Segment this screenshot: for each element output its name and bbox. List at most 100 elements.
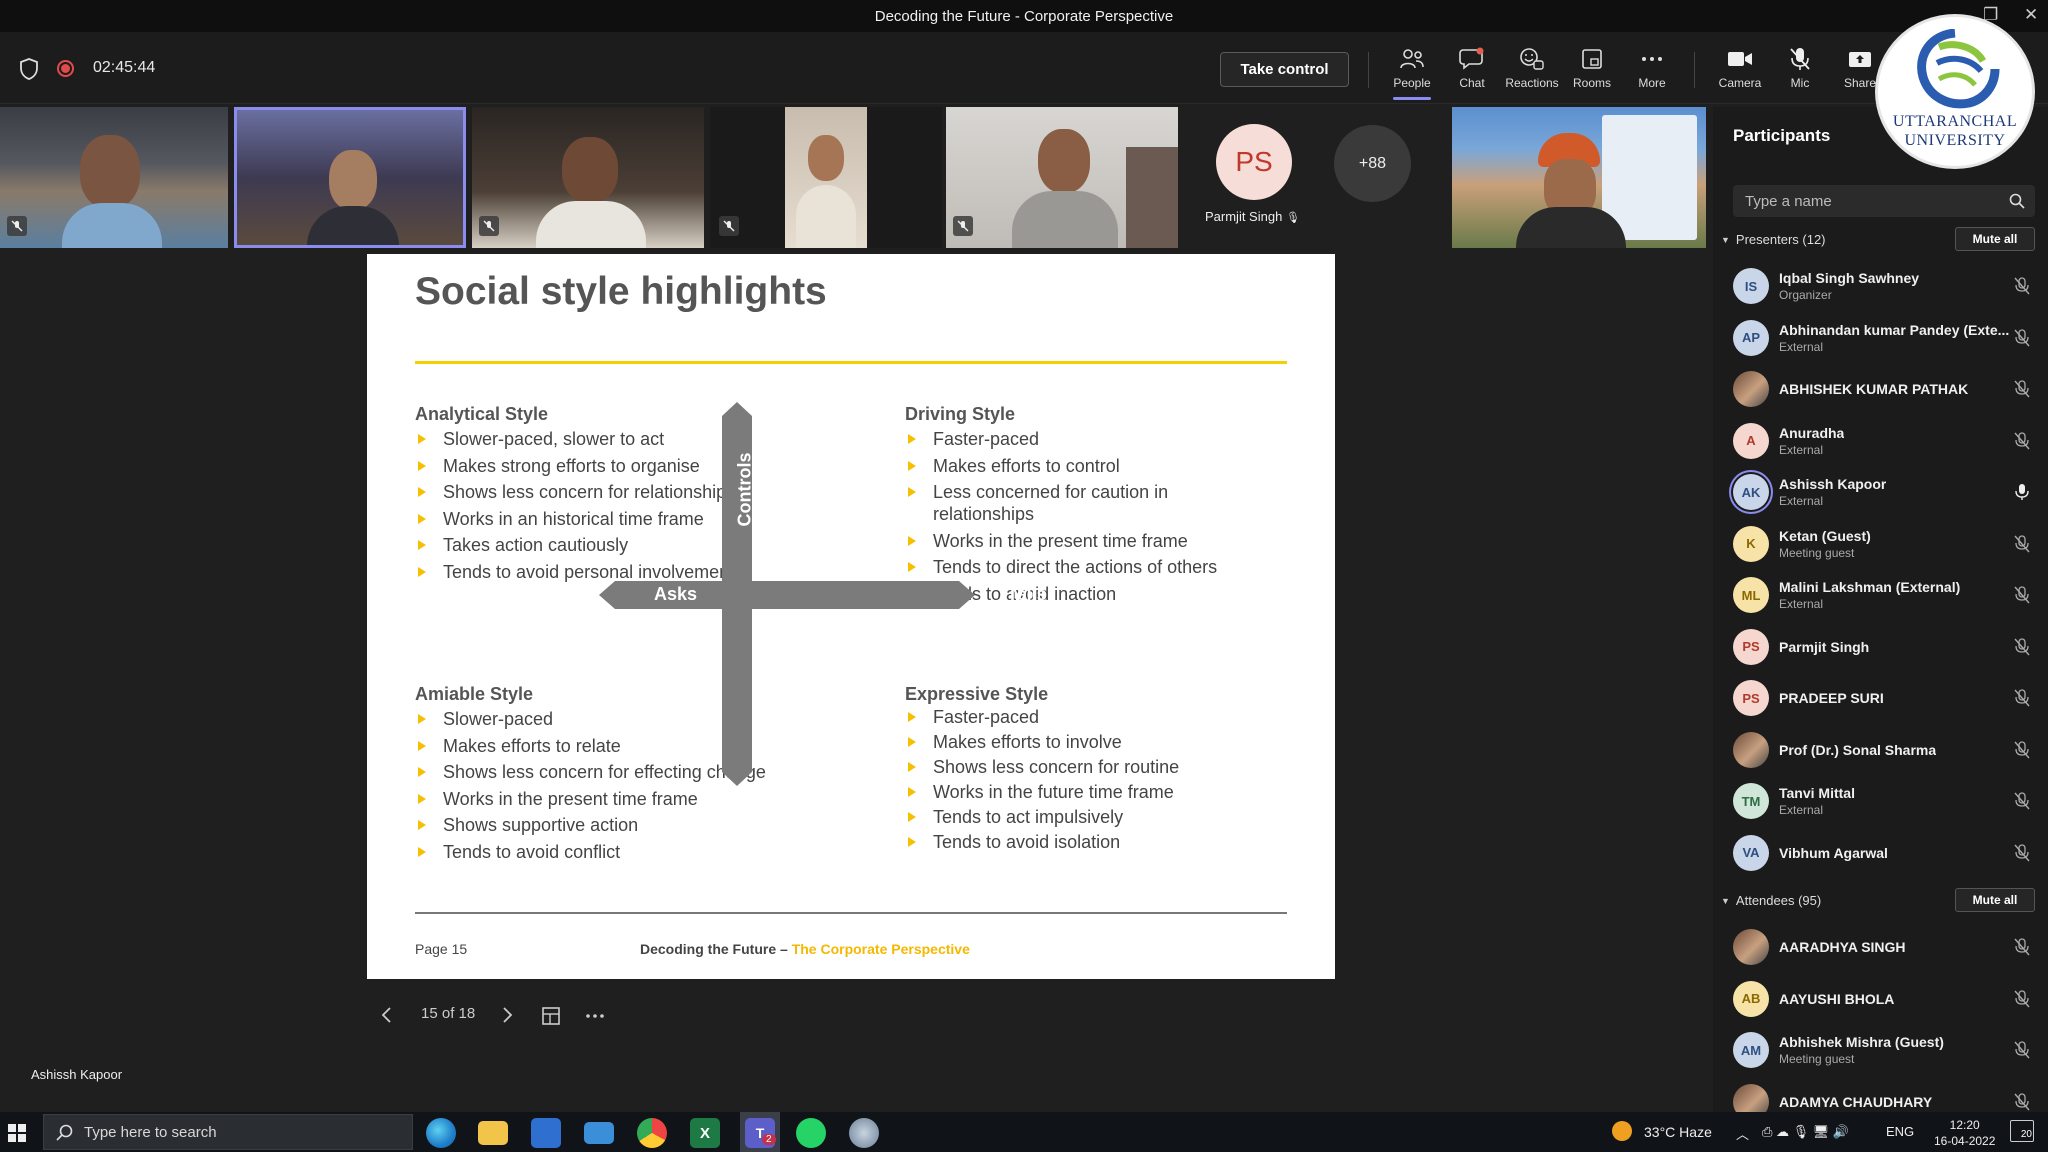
participant-row[interactable]: IS Iqbal Singh Sawhney Organizer	[1713, 260, 2048, 312]
language-indicator[interactable]: ENG	[1886, 1124, 1914, 1139]
close-icon[interactable]: ✕	[2024, 5, 2038, 25]
mail-icon[interactable]	[584, 1122, 614, 1144]
rooms-button[interactable]: Rooms	[1564, 46, 1620, 96]
participant-name: Malini Lakshman (External)	[1779, 579, 1961, 595]
avatar[interactable]: PS	[1216, 124, 1292, 200]
mic-off-icon[interactable]	[2014, 740, 2030, 759]
participant-name: Iqbal Singh Sawhney	[1779, 270, 1920, 286]
mic-off-icon[interactable]	[2014, 586, 2030, 604]
participant-role: Organizer	[1779, 288, 1832, 302]
app-icon[interactable]	[849, 1118, 879, 1148]
mute-all-attendees-button[interactable]: Mute all	[1955, 888, 2035, 912]
mic-button[interactable]: Mic	[1772, 46, 1828, 96]
mic-off-icon[interactable]	[2014, 843, 2030, 862]
chrome-icon[interactable]	[637, 1118, 667, 1148]
video-tile[interactable]	[0, 107, 228, 248]
footer-text: Decoding the Future –	[640, 941, 792, 957]
participant-row[interactable]: ABHISHEK KUMAR PATHAK	[1713, 363, 2048, 415]
mic-off-icon[interactable]	[2014, 792, 2030, 810]
participant-row[interactable]: VA Vibhum Agarwal	[1713, 827, 2048, 879]
mic-off-icon[interactable]	[2014, 328, 2030, 347]
video-tile[interactable]	[472, 107, 704, 248]
chat-icon	[1459, 47, 1484, 70]
participant-row[interactable]: AM Abhishek Mishra (Guest) Meeting guest	[1713, 1024, 2048, 1076]
previous-slide-icon[interactable]	[380, 1006, 392, 1028]
university-logo: UTTARANCHAL UNIVERSITY	[1875, 14, 2035, 169]
participant-search[interactable]	[1733, 185, 2035, 217]
video-tile[interactable]	[946, 107, 1178, 248]
reactions-button[interactable]: Reactions	[1504, 46, 1560, 96]
reactions-label: Reactions	[1505, 76, 1559, 90]
mic-off-icon[interactable]	[2014, 1092, 2030, 1111]
search-icon[interactable]	[2009, 193, 2025, 209]
participant-row[interactable]: PS Parmjit Singh	[1713, 621, 2048, 673]
participant-row[interactable]: AB AAYUSHI BHOLA	[1713, 973, 2048, 1025]
participant-row[interactable]: AARADHYA SINGH	[1713, 921, 2048, 973]
camera-icon	[1728, 52, 1752, 66]
people-label: People	[1393, 76, 1431, 90]
rooms-label: Rooms	[1572, 76, 1611, 90]
mic-off-icon[interactable]	[2014, 1041, 2030, 1059]
video-tile[interactable]	[1452, 107, 1706, 248]
participant-name: AARADHYA SINGH	[1779, 939, 1906, 955]
participant-name: Ketan (Guest)	[1779, 527, 1871, 544]
slide-grid-icon[interactable]	[541, 1006, 561, 1030]
participant-row[interactable]: Prof (Dr.) Sonal Sharma	[1713, 724, 2048, 776]
file-explorer-icon[interactable]	[478, 1121, 508, 1145]
mic-off-icon[interactable]	[2014, 938, 2030, 956]
participant-row[interactable]: AK Ashissh Kapoor External	[1713, 466, 2048, 518]
store-icon[interactable]	[531, 1118, 561, 1148]
participant-role: External	[1779, 442, 1824, 457]
chat-button[interactable]: Chat	[1444, 46, 1500, 96]
more-button[interactable]: More	[1624, 46, 1680, 96]
mic-off-icon	[1790, 48, 1810, 70]
mic-off-icon[interactable]	[2014, 689, 2030, 707]
people-button[interactable]: People	[1384, 46, 1440, 100]
camera-button[interactable]: Camera	[1712, 46, 1768, 96]
shield-icon[interactable]	[20, 58, 38, 80]
participant-row[interactable]: ML Malini Lakshman (External) External	[1713, 569, 2048, 621]
chevron-up-icon[interactable]: ︿	[1736, 1124, 1749, 1143]
mic-off-icon[interactable]	[2014, 431, 2030, 450]
participant-row[interactable]: ADAMYA CHAUDHARY	[1713, 1076, 2048, 1112]
mic-off-icon	[479, 216, 499, 236]
take-control-button[interactable]: Take control	[1220, 52, 1349, 87]
participant-row[interactable]: PS PRADEEP SURI	[1713, 672, 2048, 724]
more-icon	[1642, 57, 1662, 61]
windows-start-icon[interactable]	[8, 1124, 26, 1142]
taskbar-search[interactable]	[43, 1114, 413, 1150]
participant-row[interactable]: AP Abhinandan kumar Pandey (Exte... Extern…	[1713, 312, 2048, 364]
excel-icon[interactable]: X	[690, 1118, 720, 1148]
mic-off-icon[interactable]	[2014, 534, 2030, 553]
participant-name: PRADEEP SURI	[1779, 690, 1884, 706]
weather-text[interactable]: 33°C Haze	[1644, 1124, 1712, 1140]
list-item: Works in the present time frame	[415, 788, 835, 810]
taskbar-clock[interactable]: 12:20 16-04-2022	[1934, 1117, 1995, 1149]
notification-icon[interactable]: 20	[2010, 1120, 2034, 1142]
mic-off-icon[interactable]	[2014, 277, 2030, 295]
tray-icons[interactable]: ⎙ ☁ 🎙 🖥 🔊	[1762, 1124, 1849, 1140]
next-slide-icon[interactable]	[502, 1006, 514, 1028]
mic-off-icon	[719, 216, 739, 236]
participant-row[interactable]: TM Tanvi Mittal External	[1713, 775, 2048, 827]
mic-on-icon[interactable]	[2014, 483, 2030, 501]
whatsapp-icon[interactable]	[796, 1118, 826, 1148]
video-tile-active-speaker[interactable]	[234, 107, 466, 248]
mic-off-icon[interactable]	[2014, 989, 2030, 1008]
mic-off-icon[interactable]	[2014, 380, 2030, 398]
mute-all-presenters-button[interactable]: Mute all	[1955, 227, 2035, 251]
presenters-section-toggle[interactable]: ▼ Presenters (12)	[1721, 232, 1826, 247]
search-input[interactable]	[1733, 185, 1993, 217]
reactions-icon	[1520, 48, 1544, 70]
mic-off-icon[interactable]	[2014, 637, 2030, 656]
slide-more-icon[interactable]	[584, 1006, 606, 1028]
edge-icon[interactable]	[426, 1118, 456, 1148]
overflow-participants-button[interactable]: +88	[1334, 125, 1411, 202]
attendees-section-toggle[interactable]: ▼ Attendees (95)	[1721, 893, 1821, 908]
taskbar-search-input[interactable]	[84, 1123, 384, 1141]
weather-icon[interactable]	[1612, 1121, 1632, 1141]
video-tile[interactable]	[710, 107, 942, 248]
participant-row[interactable]: A Anuradha External	[1713, 415, 2048, 467]
participant-row[interactable]: K Ketan (Guest) Meeting guest	[1713, 518, 2048, 570]
participant-role: External	[1779, 803, 1824, 817]
